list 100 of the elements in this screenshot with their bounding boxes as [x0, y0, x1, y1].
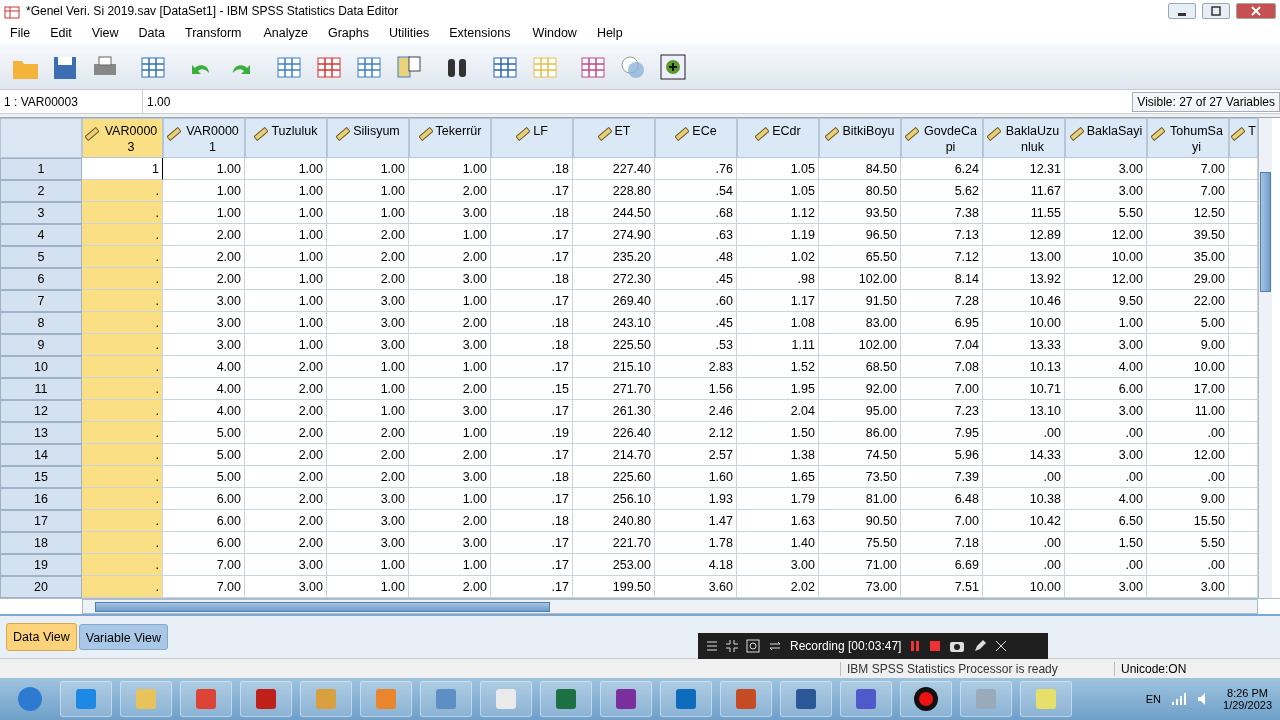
row-number[interactable]: 2 [0, 180, 82, 202]
table-cell: . [82, 400, 163, 422]
row-number[interactable]: 12 [0, 400, 82, 422]
row-number[interactable]: 11 [0, 378, 82, 400]
column-header[interactable]: TohumSayi [1147, 118, 1229, 158]
plus-icon[interactable] [659, 52, 687, 81]
row-number[interactable]: 17 [0, 510, 82, 532]
column-name: BitkiBoyu [842, 123, 895, 139]
camera-icon[interactable] [949, 639, 966, 653]
column-header[interactable]: BitkiBoyu [819, 118, 901, 158]
menu-item[interactable]: Edit [42, 26, 80, 40]
row-number[interactable]: 3 [0, 202, 82, 224]
table-cell: 12.00 [1147, 444, 1229, 466]
column-header[interactable]: ET [573, 118, 655, 158]
network-icon[interactable] [1171, 692, 1188, 706]
table-cell: 5.62 [901, 180, 983, 202]
column-header[interactable]: ECe [655, 118, 737, 158]
table-cell: 7.00 [1147, 180, 1229, 202]
close-button[interactable] [1236, 3, 1276, 19]
table-cell: 2.00 [245, 510, 327, 532]
column-header[interactable]: VAR00001 [163, 118, 245, 158]
menu-item[interactable]: Data [130, 26, 173, 40]
column-header[interactable]: BaklaSayi [1065, 118, 1147, 158]
row-number[interactable]: 5 [0, 246, 82, 268]
table-cell: 15.50 [1147, 510, 1229, 532]
column-name: TohumSayi [1169, 123, 1224, 155]
pencil-icon[interactable] [973, 639, 988, 653]
menu-item[interactable]: Transform [177, 26, 250, 40]
table-cell: .00 [1147, 466, 1229, 488]
column-header[interactable]: LF [491, 118, 573, 158]
menu-item[interactable]: Utilities [380, 26, 438, 40]
view-tab[interactable]: Variable View [78, 624, 169, 650]
table-cell: 221.70 [573, 532, 655, 554]
ruler-icon [986, 127, 1001, 141]
clock-date[interactable]: 1/29/2023 [1223, 699, 1272, 711]
row-number[interactable]: 7 [0, 290, 82, 312]
horizontal-scrollbar[interactable] [82, 599, 1258, 614]
menu-item[interactable]: View [83, 26, 127, 40]
row-number[interactable]: 16 [0, 488, 82, 510]
table-cell: 1.60 [655, 466, 737, 488]
column-header[interactable]: T [1229, 118, 1258, 158]
row-number[interactable]: 6 [0, 268, 82, 290]
compress-icon[interactable] [726, 640, 738, 652]
start-orb-icon[interactable] [16, 685, 44, 713]
table-cell: 3.00 [245, 554, 327, 576]
menu-icon[interactable] [706, 640, 718, 652]
row-number[interactable]: 9 [0, 334, 82, 356]
record-icon[interactable] [912, 685, 940, 713]
language-indicator[interactable]: EN [1145, 693, 1162, 705]
row-number[interactable]: 14 [0, 444, 82, 466]
column-header[interactable]: BaklaUzunluk [983, 118, 1065, 158]
row-number[interactable]: 19 [0, 554, 82, 576]
column-header[interactable]: VAR00003 [82, 118, 163, 158]
menu-item[interactable]: Extensions [441, 26, 519, 40]
table-cell: .18 [491, 268, 573, 290]
maximize-button[interactable] [1202, 3, 1230, 19]
stop-icon[interactable] [929, 640, 942, 652]
close-icon[interactable] [995, 640, 1008, 652]
column-header[interactable]: Tekerrür [409, 118, 491, 158]
clock-time[interactable]: 8:26 PM [1227, 687, 1268, 699]
vertical-scrollbar[interactable] [1258, 118, 1272, 598]
row-number[interactable]: 20 [0, 576, 82, 598]
table-cell: 1.52 [737, 356, 819, 378]
menu-item[interactable]: Help [588, 26, 631, 40]
table-cell: 1.47 [655, 510, 737, 532]
row-number[interactable]: 10 [0, 356, 82, 378]
table-cell: 1.63 [737, 510, 819, 532]
table-cell [1229, 510, 1258, 532]
menu-item[interactable]: Analyze [255, 26, 316, 40]
table-cell: 95.00 [819, 400, 901, 422]
row-number[interactable]: 1 [0, 158, 82, 180]
table-cell: 1.00 [327, 576, 409, 598]
ruler-icon [597, 127, 612, 141]
view-tab[interactable]: Data View [6, 623, 77, 651]
menu-item[interactable]: Graphs [319, 26, 377, 40]
zoom-icon[interactable] [746, 639, 760, 653]
minimize-button[interactable] [1168, 3, 1196, 19]
column-header[interactable]: GovdeCapi [901, 118, 983, 158]
loop-icon[interactable] [768, 639, 782, 653]
pause-icon[interactable] [909, 640, 922, 652]
table-cell: .17 [491, 246, 573, 268]
table-cell: 1.19 [737, 224, 819, 246]
table-cell: . [82, 378, 163, 400]
table-cell: 3.00 [1065, 158, 1147, 180]
table-cell: 2.00 [327, 224, 409, 246]
row-number[interactable]: 13 [0, 422, 82, 444]
column-header[interactable]: ECdr [737, 118, 819, 158]
column-header[interactable]: Silisyum [327, 118, 409, 158]
row-number[interactable]: 18 [0, 532, 82, 554]
table-cell [1229, 444, 1258, 466]
menu-item[interactable]: File [2, 26, 39, 40]
row-number[interactable]: 15 [0, 466, 82, 488]
row-number[interactable]: 4 [0, 224, 82, 246]
table-cell: .00 [1065, 554, 1147, 576]
table-cell [1229, 290, 1258, 312]
menu-item[interactable]: Window [524, 26, 585, 40]
column-header[interactable]: Tuzluluk [245, 118, 327, 158]
row-number[interactable]: 8 [0, 312, 82, 334]
table-cell: 1.00 [327, 356, 409, 378]
cell-editor-field[interactable]: 1.00 [143, 94, 1133, 109]
